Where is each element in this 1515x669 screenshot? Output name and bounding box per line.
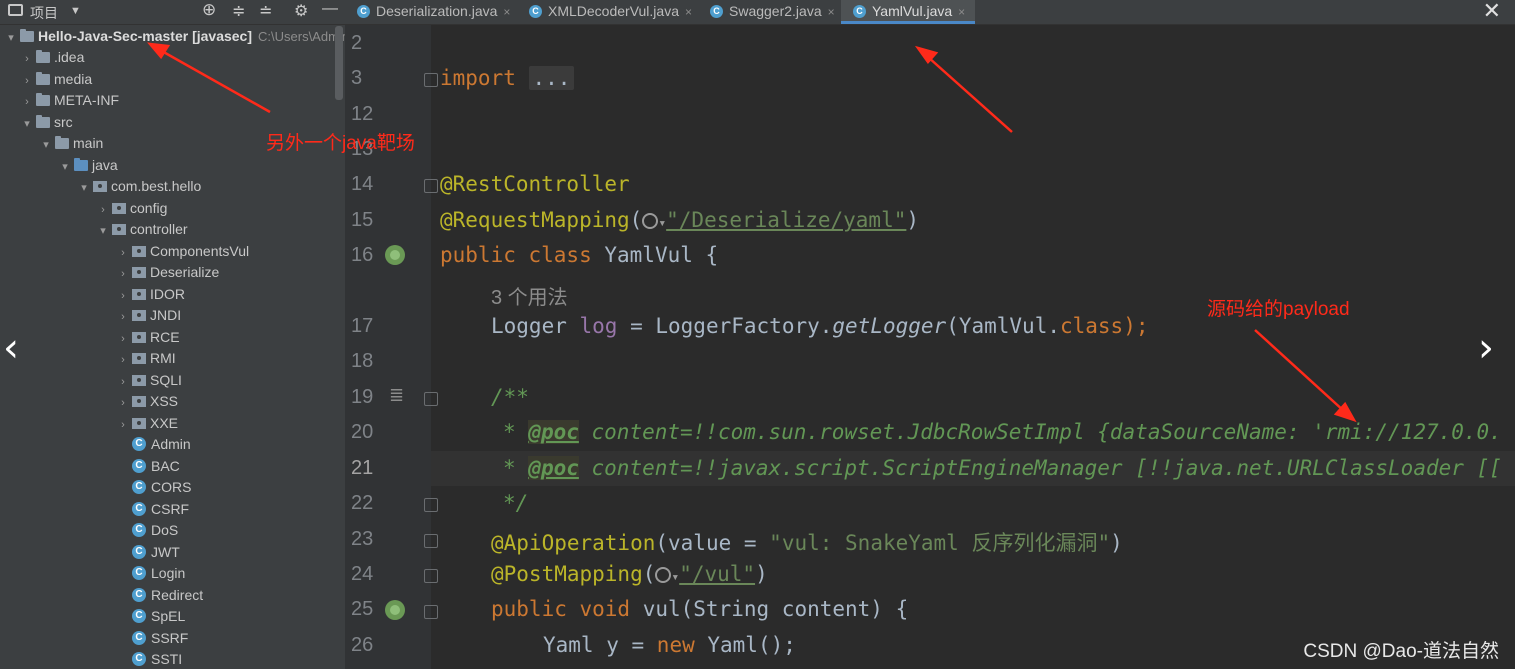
- annotation-arrows: [147, 42, 1357, 423]
- arrow-line: [1254, 329, 1346, 413]
- arrow-head: [914, 45, 939, 65]
- annotation-note: 另外一个java靶场: [266, 133, 415, 154]
- prev-arrow-icon[interactable]: ‹: [3, 325, 19, 371]
- arrow-line: [927, 56, 1013, 133]
- annotation-note: 源码给的payload: [1207, 299, 1350, 320]
- arrow-head: [147, 42, 171, 60]
- watermark: CSDN @Dao-道法自然: [1303, 641, 1499, 662]
- next-arrow-icon[interactable]: ›: [1478, 325, 1494, 371]
- arrow-line: [159, 48, 271, 114]
